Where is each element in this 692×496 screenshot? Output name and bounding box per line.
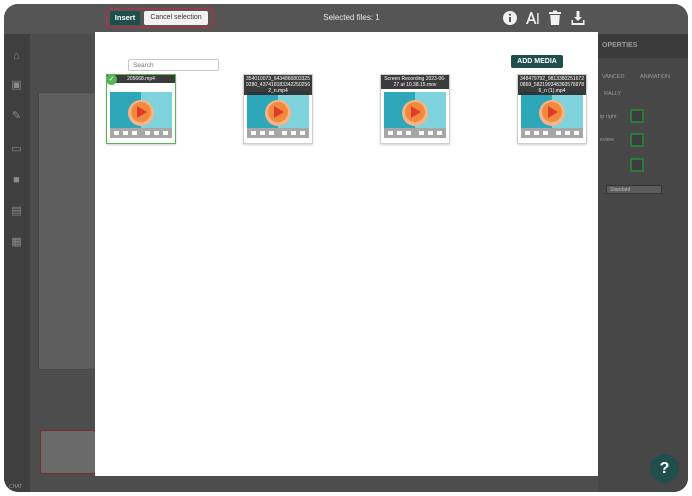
mute-icon[interactable] — [630, 133, 644, 147]
download-icon[interactable] — [570, 10, 586, 26]
media-filename: 348479792_981338025167​20869_58219934836… — [518, 75, 586, 95]
chat-label: CHAT — [9, 484, 23, 490]
media-filename: 354010073_643486680332​59280_43741818334… — [244, 75, 312, 95]
video-thumbnail-icon — [384, 92, 446, 138]
media-tile[interactable]: Screen Recording 2023-06-27 at 10.38.15.… — [380, 74, 450, 144]
stage: ⌂ ▣ ✎ ▭ ■ ▤ ▦ CHAT OPERTIES VANCED ANIMA… — [0, 0, 692, 496]
app-window: ⌂ ▣ ✎ ▭ ■ ▤ ▦ CHAT OPERTIES VANCED ANIMA… — [4, 4, 688, 492]
media-tile[interactable]: 205668.mp4 ✓ — [106, 74, 176, 144]
help-button[interactable]: ? — [650, 454, 679, 483]
edit-icon[interactable]: ✎ — [10, 111, 23, 122]
left-toolbar: ⌂ ▣ ✎ ▭ ■ ▤ ▦ CHAT — [4, 34, 30, 492]
fullscreen-icon[interactable] — [630, 158, 644, 172]
trash-icon[interactable] — [547, 10, 563, 26]
calendar-icon[interactable]: ▦ — [10, 237, 23, 248]
media-filename: 205668.mp4 — [107, 75, 175, 83]
properties-panel: OPERTIES VANCED ANIMATION RALLY ip right… — [598, 34, 688, 492]
search-input[interactable] — [128, 59, 219, 71]
check-icon: ✓ — [106, 74, 117, 85]
media-library-modal: ADD MEDIA 205668.mp4 ✓ 354010073_6434866… — [95, 32, 598, 476]
tab-advanced[interactable]: VANCED — [602, 74, 625, 80]
section-label: RALLY — [604, 91, 622, 97]
media-tile[interactable]: 348479792_981338025167​20869_58219934836… — [517, 74, 587, 144]
insert-button[interactable]: Insert — [110, 11, 140, 25]
home-icon[interactable]: ⌂ — [10, 51, 23, 62]
box-icon[interactable]: ▣ — [10, 80, 23, 91]
quality-select[interactable]: Standard — [606, 185, 662, 194]
label-preview: eview — [600, 137, 615, 143]
tab-animation[interactable]: ANIMATION — [640, 74, 670, 80]
add-media-button[interactable]: ADD MEDIA — [511, 55, 563, 68]
media-filename: Screen Recording 2023-06-27 at 10.38.15.… — [381, 75, 449, 89]
text-icon[interactable] — [524, 10, 540, 26]
selected-files-count: Selected files: 1 — [323, 13, 380, 22]
camera-icon[interactable]: ■ — [10, 175, 23, 186]
book-icon[interactable]: ▭ — [10, 144, 23, 155]
top-bar: Insert Cancel selection Selected files: … — [4, 4, 688, 34]
label-right: ip right — [600, 114, 617, 120]
page-icon[interactable]: ▤ — [10, 206, 23, 217]
info-icon[interactable] — [502, 10, 518, 26]
cancel-selection-button[interactable]: Cancel selection — [144, 11, 208, 25]
video-thumbnail-icon — [110, 92, 172, 138]
video-thumbnail-icon — [247, 92, 309, 138]
properties-title: OPERTIES — [598, 34, 688, 58]
slide-thumbnail[interactable] — [40, 430, 100, 474]
media-tile[interactable]: 354010073_643486680332​59280_43741818334… — [243, 74, 313, 144]
video-thumbnail-icon — [521, 92, 583, 138]
image-icon[interactable] — [630, 109, 644, 123]
